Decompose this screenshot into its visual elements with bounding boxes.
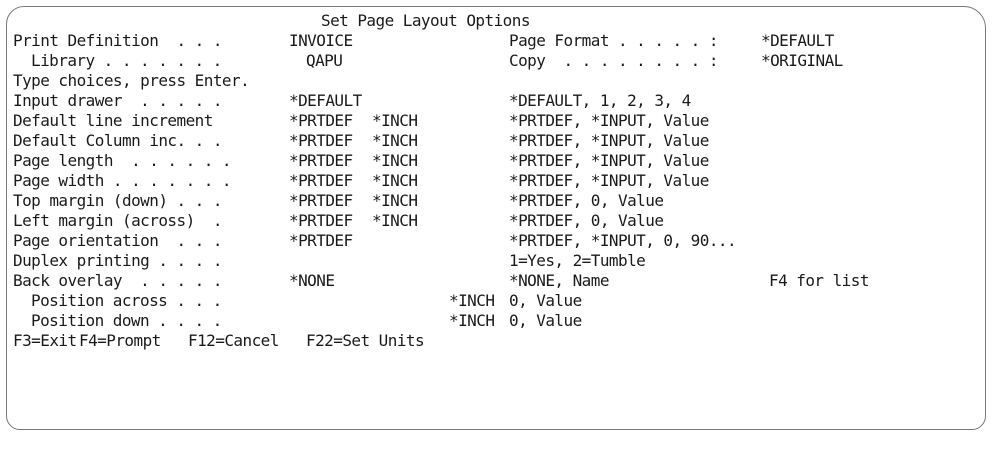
- column-inc-input[interactable]: *PRTDEF: [289, 131, 353, 151]
- function-key-row: F3=Exit F4=Prompt F12=Cancel F22=Set Uni…: [13, 331, 979, 351]
- top-margin-unit-input[interactable]: *INCH: [372, 191, 418, 211]
- f22-set-units-key[interactable]: F22=Set Units: [306, 331, 425, 351]
- page-format-value: *DEFAULT: [761, 31, 834, 50]
- field-row-page-width: Page width . . . . . . . *PRTDEF *INCH *…: [13, 171, 979, 191]
- field-label: Position across . . .: [31, 291, 222, 310]
- field-label: Page width . . . . . . .: [13, 171, 232, 190]
- field-hint: *PRTDEF, *INPUT, 0, 90...: [509, 231, 737, 250]
- screen-title: Set Page Layout Options: [321, 11, 530, 30]
- page-format-label: Page Format . . . . . :: [509, 31, 718, 50]
- field-row-back-overlay: Back overlay . . . . . *NONE *NONE, Name…: [13, 271, 979, 291]
- field-hint: *DEFAULT, 1, 2, 3, 4: [509, 91, 691, 110]
- column-inc-unit-input[interactable]: *INCH: [372, 131, 418, 151]
- instruction-row: Type choices, press Enter.: [13, 71, 979, 91]
- field-label: Page orientation . . .: [13, 231, 222, 250]
- field-hint: *PRTDEF, *INPUT, Value: [509, 111, 709, 130]
- terminal-window: Set Page Layout Options Print Definition…: [6, 6, 986, 430]
- back-overlay-input[interactable]: *NONE: [289, 271, 335, 291]
- field-label: Position down . . . .: [31, 311, 222, 330]
- field-hint: *PRTDEF, *INPUT, Value: [509, 131, 709, 150]
- field-label: Default line increment: [13, 111, 213, 130]
- input-drawer-input[interactable]: *DEFAULT: [289, 91, 362, 111]
- field-label: Top margin (down) . . .: [13, 191, 222, 210]
- header-row-1: Print Definition . . . INVOICE Page Form…: [13, 31, 979, 51]
- field-label: Left margin (across) .: [13, 211, 222, 230]
- f3-exit-key[interactable]: F3=Exit: [13, 331, 77, 351]
- library-value: QAPU: [306, 51, 343, 70]
- field-hint: *PRTDEF, 0, Value: [509, 191, 664, 210]
- header-row-2: Library . . . . . . . QAPU Copy . . . . …: [13, 51, 979, 71]
- page-length-unit-input[interactable]: *INCH: [372, 151, 418, 171]
- print-definition-label: Print Definition . . .: [13, 31, 222, 50]
- title-row: Set Page Layout Options: [13, 11, 979, 31]
- field-label: Back overlay . . . . .: [13, 271, 222, 290]
- print-definition-value: INVOICE: [289, 31, 353, 50]
- f4-list-hint: F4 for list: [769, 271, 869, 290]
- field-hint: *NONE, Name: [509, 271, 609, 290]
- copy-label: Copy . . . . . . . . :: [509, 51, 718, 70]
- field-row-position-across: Position across . . . *INCH 0, Value: [13, 291, 979, 311]
- position-down-unit-input[interactable]: *INCH: [449, 311, 495, 331]
- field-hint: *PRTDEF, 0, Value: [509, 211, 664, 230]
- page-length-input[interactable]: *PRTDEF: [289, 151, 353, 171]
- field-label: Input drawer . . . . .: [13, 91, 222, 110]
- field-row-line-increment: Default line increment *PRTDEF *INCH *PR…: [13, 111, 979, 131]
- field-label: Page length . . . . . .: [13, 151, 232, 170]
- field-label: Default Column inc. . .: [13, 131, 222, 150]
- page-width-unit-input[interactable]: *INCH: [372, 171, 418, 191]
- terminal-screen: Set Page Layout Options Print Definition…: [13, 11, 979, 425]
- duplex-printing-input[interactable]: [289, 251, 359, 271]
- instruction-text: Type choices, press Enter.: [13, 71, 250, 90]
- page-orientation-input[interactable]: *PRTDEF: [289, 231, 353, 251]
- field-row-left-margin: Left margin (across) . *PRTDEF *INCH *PR…: [13, 211, 979, 231]
- field-row-page-orientation: Page orientation . . . *PRTDEF *PRTDEF, …: [13, 231, 979, 251]
- field-hint: *PRTDEF, *INPUT, Value: [509, 151, 709, 170]
- library-label: Library . . . . . . .: [31, 51, 222, 70]
- top-margin-input[interactable]: *PRTDEF: [289, 191, 353, 211]
- field-row-position-down: Position down . . . . *INCH 0, Value: [13, 311, 979, 331]
- field-row-input-drawer: Input drawer . . . . . *DEFAULT *DEFAULT…: [13, 91, 979, 111]
- field-hint: 0, Value: [509, 311, 582, 330]
- f4-prompt-key[interactable]: F4=Prompt: [79, 331, 161, 351]
- position-across-unit-input[interactable]: *INCH: [449, 291, 495, 311]
- left-margin-unit-input[interactable]: *INCH: [372, 211, 418, 231]
- field-row-page-length: Page length . . . . . . *PRTDEF *INCH *P…: [13, 151, 979, 171]
- page-width-input[interactable]: *PRTDEF: [289, 171, 353, 191]
- field-hint: *PRTDEF, *INPUT, Value: [509, 171, 709, 190]
- line-increment-unit-input[interactable]: *INCH: [372, 111, 418, 131]
- line-increment-input[interactable]: *PRTDEF: [289, 111, 353, 131]
- field-row-duplex: Duplex printing . . . . 1=Yes, 2=Tumble: [13, 251, 979, 271]
- field-row-top-margin: Top margin (down) . . . *PRTDEF *INCH *P…: [13, 191, 979, 211]
- f12-cancel-key[interactable]: F12=Cancel: [188, 331, 279, 351]
- copy-value: *ORIGINAL: [761, 51, 843, 70]
- left-margin-input[interactable]: *PRTDEF: [289, 211, 353, 231]
- field-hint: 1=Yes, 2=Tumble: [509, 251, 646, 270]
- field-row-column-inc: Default Column inc. . . *PRTDEF *INCH *P…: [13, 131, 979, 151]
- field-hint: 0, Value: [509, 291, 582, 310]
- field-label: Duplex printing . . . .: [13, 251, 222, 270]
